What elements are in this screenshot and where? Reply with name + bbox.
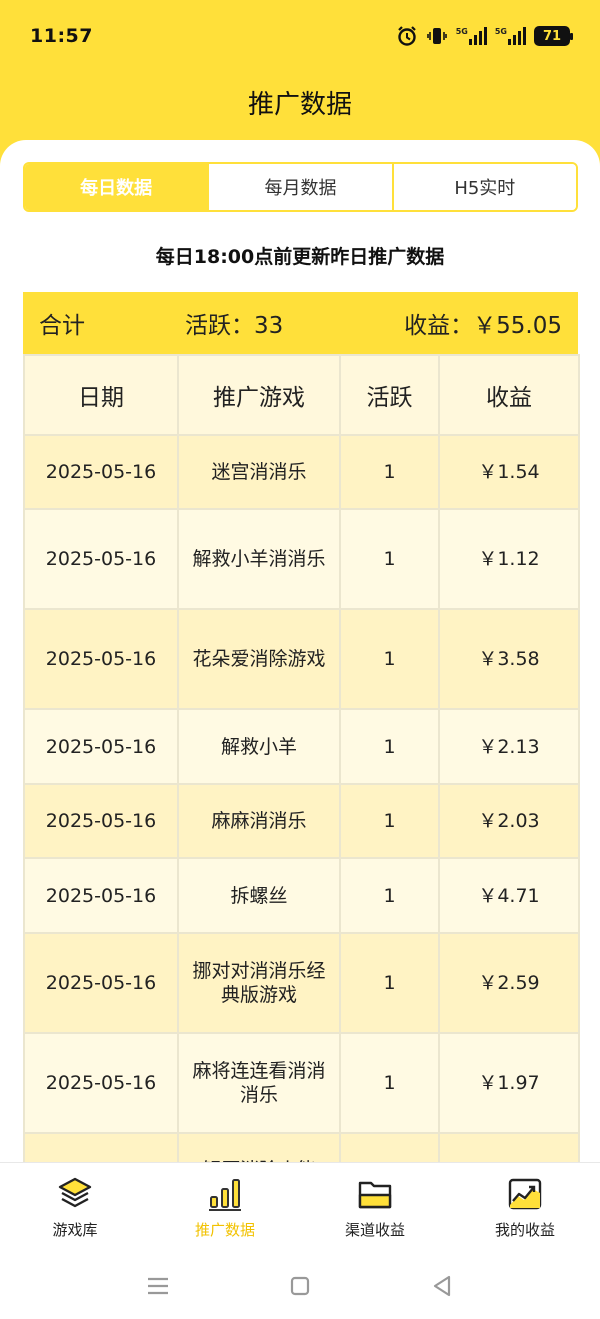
status-bar: 11:57 5G 5G 71 (0, 0, 600, 72)
cell-active: 1 (339, 608, 440, 710)
vibrate-icon (426, 25, 448, 47)
nav-my-income[interactable]: 我的收益 (450, 1163, 600, 1252)
cell-game: 解救小羊 (177, 708, 341, 785)
cell-date: 2025-05-16 (23, 608, 179, 710)
cell-active: 1 (339, 508, 440, 610)
summary-bar: 合计 活跃：33 收益：￥55.05 (23, 292, 578, 354)
promotion-table: 日期 推广游戏 活跃 收益 2025-05-16 迷宫消消乐 1 ￥1.54 2… (23, 354, 580, 1162)
cell-date: 2025-05-16 (23, 783, 179, 859)
cell-game: 麻麻消消乐 (177, 783, 341, 859)
bottom-nav: 游戏库 推广数据 渠道收益 我的收益 (0, 1162, 600, 1252)
table-row[interactable]: 解压消除小能 (23, 1132, 580, 1162)
cell-game: 解压消除小能 (177, 1132, 341, 1162)
page-title: 推广数据 (247, 90, 352, 120)
nav-promotion-data[interactable]: 推广数据 (150, 1163, 300, 1252)
table-header-row: 日期 推广游戏 活跃 收益 (23, 354, 580, 436)
network-label: 5G (455, 27, 468, 36)
cell-income: ￥3.58 (438, 608, 580, 710)
cell-active: 1 (339, 1032, 440, 1134)
cell-income (438, 1132, 580, 1162)
nav-label: 渠道收益 (344, 1221, 405, 1239)
cell-income: ￥1.12 (438, 508, 580, 610)
network-label: 5G (494, 27, 507, 36)
signal-5g-icon: 5G (495, 27, 526, 45)
cell-game: 挪对对消消乐经典版游戏 (177, 932, 341, 1034)
tab-daily-data[interactable]: 每日数据 (25, 164, 208, 210)
cell-date: 2025-05-16 (23, 434, 179, 510)
cell-active: 1 (339, 857, 440, 934)
layers-icon (58, 1177, 92, 1208)
tab-bar: 每日数据 每月数据 H5实时 (23, 162, 578, 212)
table-row[interactable]: 2025-05-16 迷宫消消乐 1 ￥1.54 (23, 434, 580, 510)
tab-h5-realtime[interactable]: H5实时 (391, 164, 576, 210)
cell-game: 花朵爱消除游戏 (177, 608, 341, 710)
cell-date: 2025-05-16 (23, 508, 179, 610)
header-date: 日期 (23, 354, 179, 436)
cell-income: ￥2.03 (438, 783, 580, 859)
status-time: 11:57 (30, 25, 93, 47)
nav-channel-income[interactable]: 渠道收益 (300, 1163, 450, 1252)
table-row[interactable]: 2025-05-16 解救小羊 1 ￥2.13 (23, 708, 580, 785)
cell-date: 2025-05-16 (23, 932, 179, 1034)
summary-label: 合计 (39, 313, 85, 339)
cell-active: 1 (339, 783, 440, 859)
cell-game: 解救小羊消消乐 (177, 508, 341, 610)
cell-income: ￥4.71 (438, 857, 580, 934)
tab-monthly-data[interactable]: 每月数据 (207, 164, 392, 210)
cell-date: 2025-05-16 (23, 1032, 179, 1134)
cell-income: ￥2.13 (438, 708, 580, 785)
table-row[interactable]: 2025-05-16 挪对对消消乐经典版游戏 1 ￥2.59 (23, 932, 580, 1034)
cell-active: 1 (339, 932, 440, 1034)
trend-chart-icon (508, 1178, 542, 1210)
header-active: 活跃 (339, 354, 440, 436)
update-notice: 每日18:00点前更新昨日推广数据 (155, 246, 445, 268)
cell-active: 1 (339, 434, 440, 510)
table-row[interactable]: 2025-05-16 麻将连连看消消消乐 1 ￥1.97 (23, 1032, 580, 1134)
cell-income: ￥1.97 (438, 1032, 580, 1134)
status-icons: 5G 5G 71 (396, 25, 573, 47)
cell-game: 拆螺丝 (177, 857, 341, 934)
table-row[interactable]: 2025-05-16 拆螺丝 1 ￥4.71 (23, 857, 580, 934)
header-income: 收益 (438, 354, 580, 436)
summary-active: 活跃：33 (185, 313, 284, 339)
cell-date: 2025-05-16 (23, 857, 179, 934)
content-card: 每日数据 每月数据 H5实时 每日18:00点前更新昨日推广数据 合计 活跃：3… (0, 140, 600, 1162)
alarm-icon (396, 25, 418, 47)
cell-income: ￥1.54 (438, 434, 580, 510)
nav-label: 推广数据 (194, 1221, 255, 1239)
cell-game: 麻将连连看消消消乐 (177, 1032, 341, 1134)
table-row[interactable]: 2025-05-16 麻麻消消乐 1 ￥2.03 (23, 783, 580, 859)
back-icon[interactable] (430, 1274, 454, 1298)
cell-date (23, 1132, 179, 1162)
folder-icon (358, 1181, 392, 1209)
signal-5g-icon: 5G (456, 27, 487, 45)
system-nav-bar (0, 1252, 600, 1319)
table-row[interactable]: 2025-05-16 花朵爱消除游戏 1 ￥3.58 (23, 608, 580, 710)
table-row[interactable]: 2025-05-16 解救小羊消消乐 1 ￥1.12 (23, 508, 580, 610)
cell-active: 1 (339, 708, 440, 785)
bar-chart-icon (209, 1179, 241, 1211)
cell-game: 迷宫消消乐 (177, 434, 341, 510)
nav-label: 我的收益 (494, 1221, 555, 1239)
battery-icon: 71 (534, 26, 573, 46)
cell-active (339, 1132, 440, 1162)
menu-icon[interactable] (146, 1274, 170, 1298)
header-game: 推广游戏 (177, 354, 341, 436)
home-icon[interactable] (288, 1274, 312, 1298)
nav-label: 游戏库 (52, 1221, 98, 1239)
summary-income: 收益：￥55.05 (404, 313, 562, 339)
cell-income: ￥2.59 (438, 932, 580, 1034)
nav-game-library[interactable]: 游戏库 (0, 1163, 150, 1252)
cell-date: 2025-05-16 (23, 708, 179, 785)
